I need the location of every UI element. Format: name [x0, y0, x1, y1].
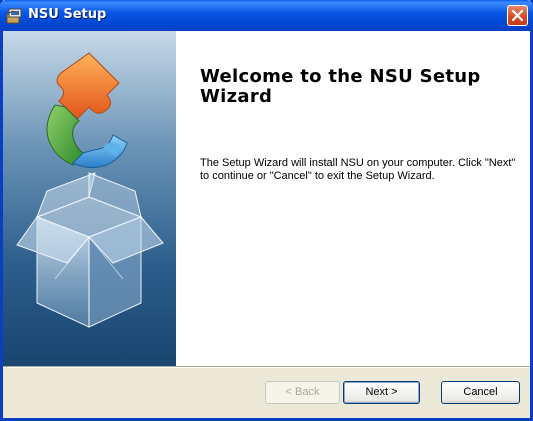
window-title: NSU Setup [28, 7, 107, 22]
wizard-description: The Setup Wizard will install NSU on you… [200, 157, 516, 182]
setup-window: NSU Setup Welcome to the NSU Setup Wizar… [0, 0, 533, 421]
next-button[interactable]: Next > [343, 381, 420, 404]
wizard-banner [3, 31, 176, 366]
wizard-heading: Welcome to the NSU Setup Wizard [200, 66, 481, 107]
wizard-page: Welcome to the NSU Setup Wizard The Setu… [3, 31, 530, 366]
puzzle-box-illustration [16, 52, 164, 328]
footer-divider [3, 366, 530, 368]
close-button[interactable] [507, 5, 528, 26]
title-bar[interactable]: NSU Setup [0, 0, 533, 31]
installer-icon [6, 7, 24, 25]
cancel-button[interactable]: Cancel [441, 381, 520, 404]
close-icon [512, 10, 523, 21]
back-button[interactable]: < Back [265, 381, 340, 404]
